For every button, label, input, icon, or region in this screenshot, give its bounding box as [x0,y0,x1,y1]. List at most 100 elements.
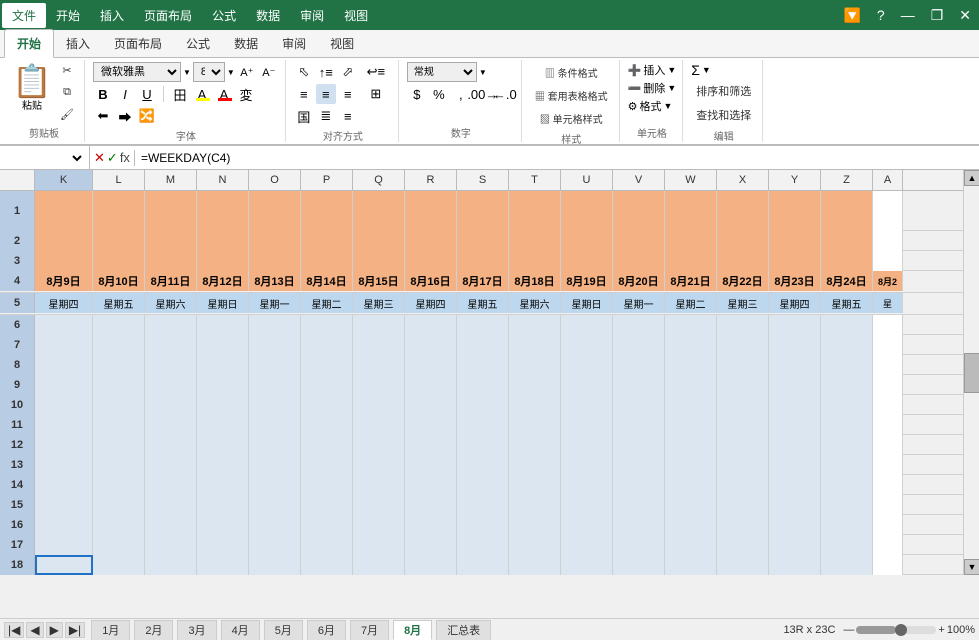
cell-W17[interactable] [665,535,717,555]
cell-Z12[interactable] [821,435,873,455]
cell-X16[interactable] [717,515,769,535]
cell-W5[interactable]: 星期二 [665,293,717,313]
cell-P13[interactable] [301,455,353,475]
tab-nav-prev[interactable]: ◀ [26,622,43,638]
cell-N1[interactable] [197,191,249,231]
cell-P1[interactable] [301,191,353,231]
cell-L18[interactable] [93,555,145,575]
cell-W4[interactable]: 8月21日 [665,271,717,291]
cell-O18[interactable] [249,555,301,575]
cell-Z9[interactable] [821,375,873,395]
cell-T17[interactable] [509,535,561,555]
insert-dropdown[interactable]: ▼ [667,65,676,75]
tab-nav-last[interactable]: ▶| [65,622,85,638]
cell-N10[interactable] [197,395,249,415]
cell-Y8[interactable] [769,355,821,375]
cell-R17[interactable] [405,535,457,555]
cell-A17[interactable] [873,535,903,555]
cell-L5[interactable]: 星期五 [93,293,145,313]
cell-Y2[interactable] [769,231,821,251]
cell-Q6[interactable] [353,315,405,335]
cell-X7[interactable] [717,335,769,355]
cell-S17[interactable] [457,535,509,555]
cell-L14[interactable] [93,475,145,495]
row-num-1[interactable]: 1 [0,191,35,231]
cell-R5[interactable]: 星期四 [405,293,457,313]
cell-Q18[interactable] [353,555,405,575]
cell-U5[interactable]: 星期日 [561,293,613,313]
cell-X9[interactable] [717,375,769,395]
cell-W11[interactable] [665,415,717,435]
cell-T6[interactable] [509,315,561,335]
cell-K11[interactable] [35,415,93,435]
cell-Z15[interactable] [821,495,873,515]
cell-Q7[interactable] [353,335,405,355]
cell-Z18[interactable] [821,555,873,575]
cell-Z11[interactable] [821,415,873,435]
cell-M1[interactable] [145,191,197,231]
cell-N16[interactable] [197,515,249,535]
cell-P6[interactable] [301,315,353,335]
cell-M14[interactable] [145,475,197,495]
cell-O10[interactable] [249,395,301,415]
decrease-font-btn[interactable]: A⁻ [259,62,279,82]
cell-T2[interactable] [509,231,561,251]
copy-button[interactable]: ⧉ [56,82,78,102]
cell-T8[interactable] [509,355,561,375]
bold-button[interactable]: B [93,84,113,104]
name-box[interactable] [0,146,90,169]
cell-T10[interactable] [509,395,561,415]
cell-K13[interactable] [35,455,93,475]
cell-X11[interactable] [717,415,769,435]
cell-L16[interactable] [93,515,145,535]
cell-Z14[interactable] [821,475,873,495]
sheet-tab-5[interactable]: 5月 [264,620,303,640]
cell-L2[interactable] [93,231,145,251]
cell-X6[interactable] [717,315,769,335]
cell-P11[interactable] [301,415,353,435]
cell-R14[interactable] [405,475,457,495]
row-num-2[interactable]: 2 [0,231,35,251]
cell-A7[interactable] [873,335,903,355]
cell-V13[interactable] [613,455,665,475]
cell-L11[interactable] [93,415,145,435]
cell-X3[interactable] [717,251,769,271]
cell-T1[interactable] [509,191,561,231]
cell-R7[interactable] [405,335,457,355]
row-num-13[interactable]: 13 [0,455,35,475]
cell-L8[interactable] [93,355,145,375]
cell-K8[interactable] [35,355,93,375]
name-box-select[interactable] [4,151,85,165]
align-left-btn[interactable]: ≡ [294,84,314,104]
underline-button[interactable]: U [137,84,157,104]
col-header-N[interactable]: N [197,170,249,190]
cell-U13[interactable] [561,455,613,475]
row-num-11[interactable]: 11 [0,415,35,435]
cell-K14[interactable] [35,475,93,495]
cell-K2[interactable] [35,231,93,251]
col-header-R[interactable]: R [405,170,457,190]
cell-R18[interactable] [405,555,457,575]
cell-V6[interactable] [613,315,665,335]
cell-A4[interactable]: 8月2 [873,271,903,291]
cell-K5[interactable]: 星期四 [35,293,93,313]
row-num-18[interactable]: 18 [0,555,35,575]
sort-filter-btn[interactable]: 排序和筛选 [691,80,756,102]
number-format-select[interactable]: 常规 [407,62,477,82]
window-close[interactable]: ✕ [953,5,977,26]
cell-Y9[interactable] [769,375,821,395]
cell-W12[interactable] [665,435,717,455]
row-num-8[interactable]: 8 [0,355,35,375]
font-size-select[interactable]: 8 [193,62,225,82]
cell-P16[interactable] [301,515,353,535]
zoom-in-btn[interactable]: + [938,624,944,636]
cell-Z4[interactable]: 8月24日 [821,271,873,291]
special-btn[interactable]: 🔀 [137,106,157,126]
cell-N15[interactable] [197,495,249,515]
cell-Y11[interactable] [769,415,821,435]
row-num-16[interactable]: 16 [0,515,35,535]
cell-L12[interactable] [93,435,145,455]
cell-A11[interactable] [873,415,903,435]
cell-M11[interactable] [145,415,197,435]
indent2-btn[interactable]: ≡ [338,106,358,126]
